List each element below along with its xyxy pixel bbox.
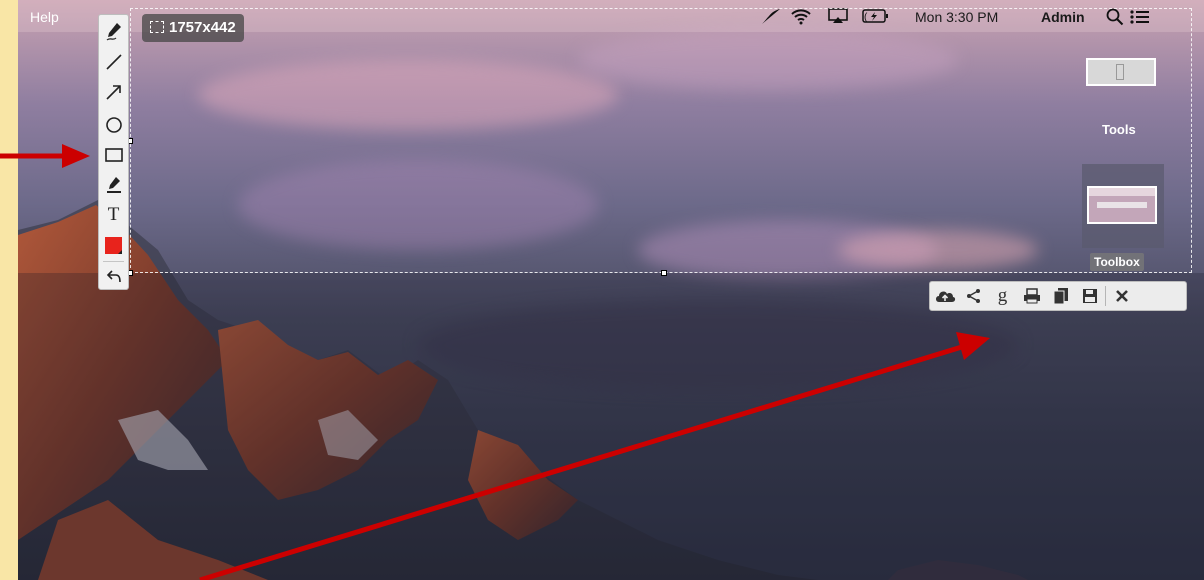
annotation-arrow-left [0,144,90,168]
screenshot-frame: Help ( Mon 3:30 PM Admin 1757x442 T Tool… [0,0,1204,580]
annotation-arrows [0,144,990,580]
annotation-arrow-diagonal [199,332,990,580]
